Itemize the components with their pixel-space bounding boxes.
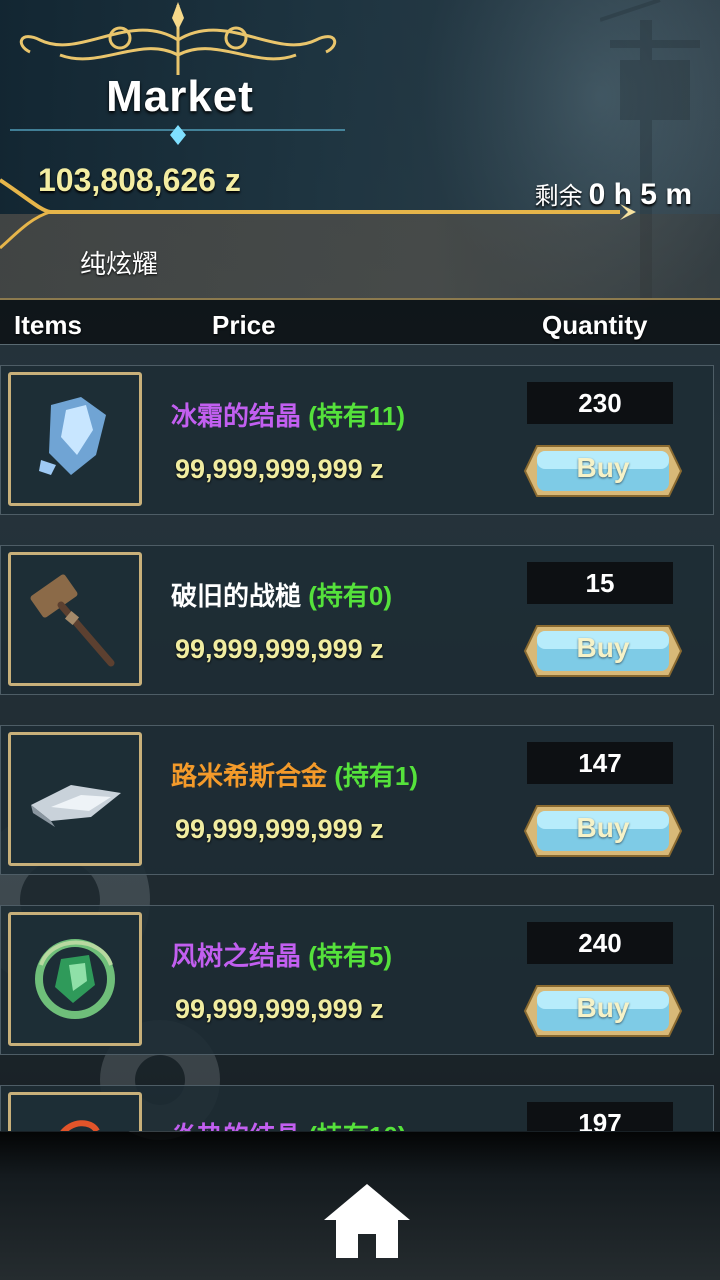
- item-name-text: 路米希斯合金: [171, 761, 328, 791]
- owned-count: (持有0): [308, 581, 393, 611]
- list-item: 破旧的战槌 (持有0) 99,999,999,999 z 15 Buy: [0, 545, 714, 695]
- item-thumbnail[interactable]: [8, 732, 142, 866]
- timer-value: 0 h 5 m: [588, 178, 692, 211]
- buy-button-label: Buy: [576, 992, 630, 1023]
- ice-crystal-icon: [39, 397, 106, 475]
- item-name: 路米希斯合金 (持有1): [171, 756, 418, 793]
- item-price: 99,999,999,999 z: [175, 454, 384, 484]
- timer-label: 剩余: [534, 183, 583, 210]
- item-thumbnail[interactable]: [8, 912, 142, 1046]
- time-remaining: 剩余 0 h 5 m: [535, 176, 692, 212]
- buy-button[interactable]: Buy: [523, 798, 683, 864]
- item-name: 炎热的结晶 (持有10): [171, 1116, 407, 1131]
- item-list[interactable]: 冰霜的结晶 (持有11) 99,999,999,999 z 230 Buy 破旧…: [0, 345, 720, 1131]
- war-hammer-icon: [30, 574, 115, 667]
- home-button[interactable]: [322, 1182, 412, 1260]
- item-quantity: 230: [527, 382, 673, 424]
- market-header: Market 103,808,626 z 剩余 0 h 5 m 纯炫耀: [0, 0, 720, 300]
- item-name-text: 破旧的战槌: [171, 581, 302, 611]
- item-quantity: 240: [527, 922, 673, 964]
- owned-count: (持有1): [334, 761, 419, 791]
- column-headers: Items Price Quantity: [0, 300, 720, 345]
- owned-count: (持有5): [308, 941, 393, 971]
- item-name: 破旧的战槌 (持有0): [171, 576, 392, 613]
- owned-count: (持有10): [308, 1121, 406, 1131]
- buy-button[interactable]: Buy: [523, 978, 683, 1044]
- list-item: 风树之结晶 (持有5) 99,999,999,999 z 240 Buy: [0, 905, 714, 1055]
- fire-crystal-icon: [60, 1120, 100, 1131]
- item-price: 99,999,999,999 z: [175, 814, 384, 844]
- column-header-quantity: Quantity: [542, 310, 648, 340]
- buy-button-label: Buy: [576, 632, 630, 663]
- item-quantity: 147: [527, 742, 673, 784]
- buy-button-label: Buy: [576, 812, 630, 843]
- item-name: 风树之结晶 (持有5): [171, 936, 392, 973]
- owned-count: (持有11): [308, 401, 406, 431]
- column-header-items: Items: [14, 310, 82, 340]
- page-title: Market: [106, 72, 254, 121]
- buy-button-label: Buy: [576, 452, 630, 483]
- item-name-text: 风树之结晶: [171, 941, 302, 971]
- category-title: 纯炫耀: [80, 249, 159, 279]
- item-name-text: 冰霜的结晶: [171, 401, 302, 431]
- currency-balance: 103,808,626 z: [38, 162, 241, 198]
- item-price: 99,999,999,999 z: [175, 994, 384, 1024]
- item-thumbnail[interactable]: [8, 1092, 142, 1131]
- list-item: 路米希斯合金 (持有1) 99,999,999,999 z 147 Buy: [0, 725, 714, 875]
- item-name: 冰霜的结晶 (持有11): [171, 396, 405, 433]
- item-thumbnail[interactable]: [8, 552, 142, 686]
- item-price: 99,999,999,999 z: [175, 634, 384, 664]
- item-thumbnail[interactable]: [8, 372, 142, 506]
- alloy-ingot-icon: [31, 785, 121, 827]
- buy-button[interactable]: Buy: [523, 618, 683, 684]
- home-icon: [324, 1184, 410, 1258]
- list-item: 炎热的结晶 (持有10) 197: [0, 1085, 714, 1131]
- item-quantity: 15: [527, 562, 673, 604]
- item-quantity: 197: [527, 1102, 673, 1131]
- item-name-text: 炎热的结晶: [171, 1121, 301, 1131]
- wind-crystal-icon: [35, 939, 115, 1019]
- list-item: 冰霜的结晶 (持有11) 99,999,999,999 z 230 Buy: [0, 365, 714, 515]
- column-header-price: Price: [212, 310, 276, 340]
- buy-button[interactable]: Buy: [523, 438, 683, 504]
